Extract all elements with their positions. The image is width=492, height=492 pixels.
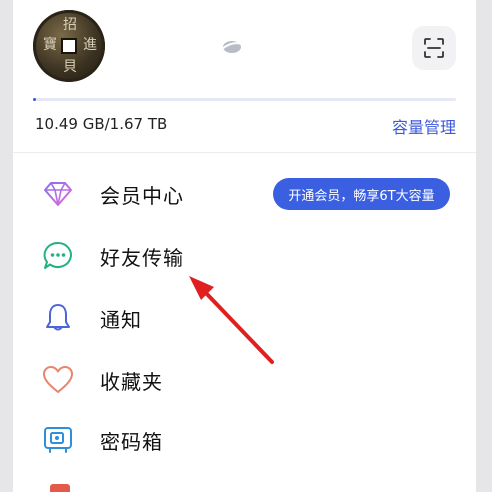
scan-icon	[424, 38, 444, 58]
menu-label-vip-center: 会员中心	[100, 183, 184, 208]
avatar-char-bottom: 貝	[63, 59, 77, 75]
menu-item-password-safe[interactable]: 密码箱	[13, 412, 476, 468]
menu-item-favorites[interactable]: 收藏夹	[13, 352, 476, 408]
avatar[interactable]: 招 進 寶 貝	[33, 10, 105, 82]
menu-item-notifications[interactable]: 通知	[13, 290, 476, 346]
profile-panel: 招 進 寶 貝 10.49 GB/1.67 TB 容量管理 会员中心 开通会员，…	[13, 0, 476, 492]
menu-item-vip-center[interactable]: 会员中心 开通会员，畅享6T大容量	[13, 166, 476, 222]
menu-label-password-safe: 密码箱	[100, 429, 163, 454]
capacity-management-link[interactable]: 容量管理	[392, 114, 456, 138]
menu-label-favorites: 收藏夹	[100, 369, 163, 394]
storage-progress-fill	[33, 98, 36, 101]
menu-label-notifications: 通知	[100, 307, 142, 332]
vip-promo-badge[interactable]: 开通会员，畅享6T大容量	[273, 178, 450, 210]
safe-icon	[41, 423, 75, 457]
coin-hole	[61, 38, 77, 54]
section-divider	[13, 152, 476, 153]
bell-icon	[41, 301, 75, 335]
partial-menu-icon	[50, 484, 70, 492]
heart-icon	[41, 363, 75, 397]
storage-progress-bar	[33, 98, 456, 101]
menu-label-friend-transfer: 好友传输	[100, 245, 184, 270]
scan-button[interactable]	[412, 26, 456, 70]
avatar-char-left: 寶	[43, 37, 57, 53]
diamond-icon	[41, 177, 75, 211]
storage-usage-text: 10.49 GB/1.67 TB	[35, 115, 168, 133]
menu-item-friend-transfer[interactable]: 好友传输	[13, 228, 476, 284]
avatar-char-right: 進	[83, 37, 97, 53]
cloud-logo-icon	[221, 41, 243, 53]
chat-bubble-icon	[41, 239, 75, 273]
avatar-char-top: 招	[63, 17, 77, 33]
